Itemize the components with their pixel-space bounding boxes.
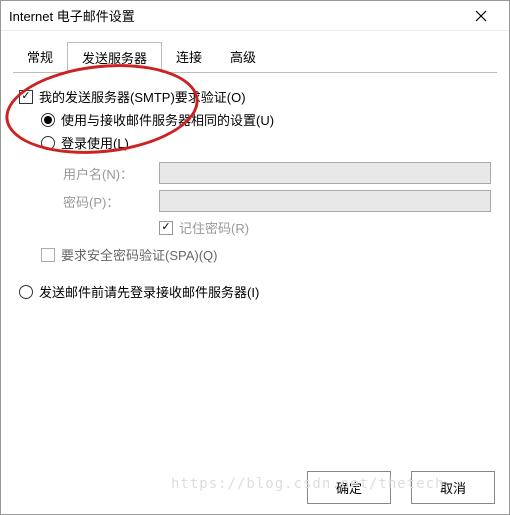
remember-password-checkbox[interactable] [159, 221, 173, 235]
require-auth-checkbox[interactable] [19, 90, 33, 104]
require-spa-label: 要求安全密码验证(SPA)(Q) [61, 245, 217, 264]
same-settings-row[interactable]: 使用与接收邮件服务器相同的设置(U) [41, 110, 491, 129]
login-using-radio[interactable] [41, 136, 55, 150]
same-settings-label: 使用与接收邮件服务器相同的设置(U) [61, 110, 274, 129]
tab-outgoing-server[interactable]: 发送服务器 [67, 42, 162, 73]
login-using-row[interactable]: 登录使用(L) [41, 133, 491, 152]
login-first-label: 发送邮件前请先登录接收邮件服务器(I) [39, 282, 259, 301]
button-bar: 确定 取消 [307, 471, 495, 504]
username-row: 用户名(N)： [63, 162, 491, 184]
login-using-label: 登录使用(L) [61, 133, 129, 152]
tab-connection[interactable]: 连接 [162, 42, 216, 73]
dialog-window: Internet 电子邮件设置 常规 发送服务器 连接 高级 我的发送服务器(S… [0, 0, 510, 515]
ok-button[interactable]: 确定 [307, 471, 391, 504]
same-settings-radio[interactable] [41, 113, 55, 127]
remember-password-row[interactable]: 记住密码(R) [159, 218, 491, 237]
password-row: 密码(P)： [63, 190, 491, 212]
cancel-button[interactable]: 取消 [411, 471, 495, 504]
password-label: 密码(P)： [63, 192, 159, 211]
close-icon [475, 10, 487, 22]
login-fields: 用户名(N)： 密码(P)： 记住密码(R) [63, 162, 491, 237]
login-first-row[interactable]: 发送邮件前请先登录接收邮件服务器(I) [19, 282, 491, 301]
username-label: 用户名(N)： [63, 164, 159, 183]
content-area: 常规 发送服务器 连接 高级 我的发送服务器(SMTP)要求验证(O) 使用与接… [1, 31, 509, 365]
password-input[interactable] [159, 190, 491, 212]
window-title: Internet 电子邮件设置 [9, 6, 461, 25]
tab-bar: 常规 发送服务器 连接 高级 [13, 41, 497, 73]
require-auth-row[interactable]: 我的发送服务器(SMTP)要求验证(O) [19, 87, 491, 106]
login-first-radio[interactable] [19, 285, 33, 299]
options-area: 我的发送服务器(SMTP)要求验证(O) 使用与接收邮件服务器相同的设置(U) … [13, 87, 497, 301]
titlebar: Internet 电子邮件设置 [1, 1, 509, 31]
require-auth-label: 我的发送服务器(SMTP)要求验证(O) [39, 87, 246, 106]
username-input[interactable] [159, 162, 491, 184]
require-spa-row[interactable]: 要求安全密码验证(SPA)(Q) [41, 245, 491, 264]
tab-general[interactable]: 常规 [13, 42, 67, 73]
tab-advanced[interactable]: 高级 [216, 42, 270, 73]
require-spa-checkbox[interactable] [41, 248, 55, 262]
remember-password-label: 记住密码(R) [179, 218, 249, 237]
close-button[interactable] [461, 2, 501, 30]
